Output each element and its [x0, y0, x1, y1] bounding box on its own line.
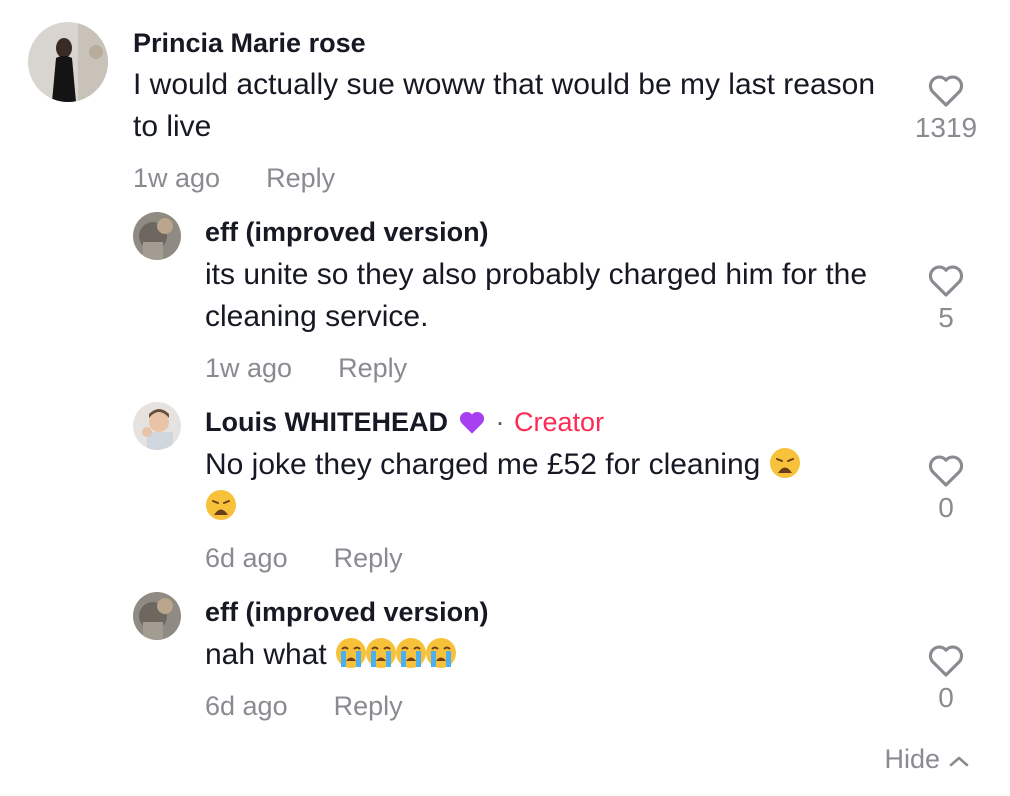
loudly-crying-face-emoji-icon	[336, 638, 367, 668]
comment-meta: 1w ago Reply	[205, 353, 407, 384]
comment-body: nah what	[205, 638, 327, 671]
comment-text: its unite so they also probably charged …	[205, 258, 868, 333]
comment-username[interactable]: Louis WHITEHEAD · Creator	[205, 407, 604, 438]
reply-button[interactable]: Reply	[334, 691, 403, 721]
comment-time: 1w ago	[133, 163, 221, 193]
comment-text: nah what	[205, 634, 905, 676]
like-button[interactable]: 0	[911, 642, 981, 714]
heart-outline-icon	[928, 645, 964, 677]
like-button[interactable]: 5	[911, 262, 981, 334]
heart-outline-icon	[928, 75, 964, 107]
separator: ·	[495, 407, 505, 437]
avatar[interactable]	[133, 212, 181, 260]
like-button[interactable]: 1319	[911, 72, 981, 144]
hide-replies-button[interactable]: Hide	[884, 744, 970, 775]
chevron-up-icon	[949, 756, 969, 767]
reply-button[interactable]: Reply	[334, 543, 403, 573]
avatar[interactable]	[133, 402, 181, 450]
comment-meta: 1w ago Reply	[133, 163, 335, 194]
heart-outline-icon	[928, 265, 964, 297]
comment-body: No joke they charged me £52 for cleaning	[205, 448, 761, 481]
comment-meta: 6d ago Reply	[205, 543, 403, 574]
loudly-crying-face-emoji-icon	[396, 638, 427, 668]
comment-text: I would actually sue woww that would be …	[133, 68, 876, 143]
comment-username[interactable]: eff (improved version)	[205, 217, 489, 248]
like-button[interactable]: 0	[911, 452, 981, 524]
avatar[interactable]	[28, 22, 108, 102]
like-count: 0	[938, 492, 954, 523]
reply-button[interactable]: Reply	[266, 163, 335, 193]
like-count: 5	[938, 302, 954, 333]
comment-username[interactable]: Princia Marie rose	[133, 28, 366, 59]
reply-button[interactable]: Reply	[338, 353, 407, 383]
comment-time: 1w ago	[205, 353, 293, 383]
weary-face-emoji-icon	[769, 448, 800, 478]
purple-heart-icon	[459, 411, 485, 434]
heart-outline-icon	[928, 455, 964, 487]
comment-text: No joke they charged me £52 for cleaning	[205, 444, 905, 528]
like-count: 1319	[914, 112, 978, 143]
comment-time: 6d ago	[205, 543, 288, 573]
creator-badge: Creator	[514, 407, 605, 437]
comment-time: 6d ago	[205, 691, 288, 721]
weary-face-emoji-icon	[206, 490, 236, 520]
avatar[interactable]	[133, 592, 181, 640]
loudly-crying-face-emoji-icon	[366, 638, 397, 668]
loudly-crying-face-emoji-icon	[426, 638, 457, 668]
username-text: Louis WHITEHEAD	[205, 407, 448, 437]
comment-meta: 6d ago Reply	[205, 691, 403, 722]
hide-label: Hide	[884, 744, 940, 774]
like-count: 0	[938, 682, 954, 713]
comment-username[interactable]: eff (improved version)	[205, 597, 489, 628]
